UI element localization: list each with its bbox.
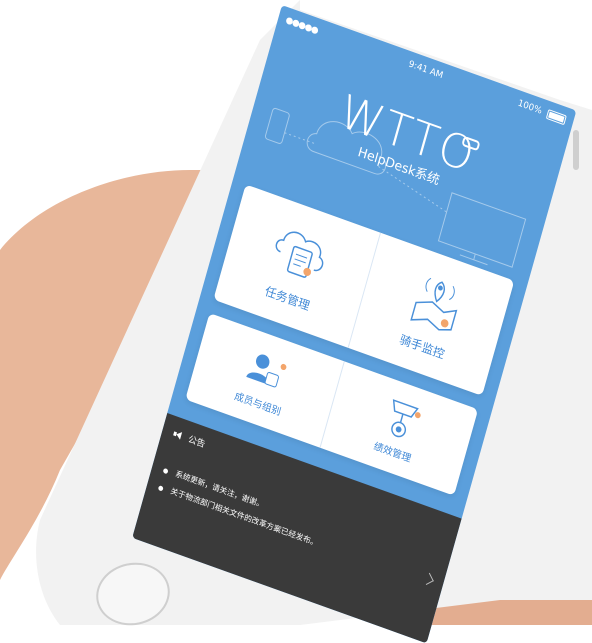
cloud-document-icon <box>275 231 324 278</box>
map-location-icon <box>410 277 458 331</box>
speaker-icon <box>173 429 184 440</box>
battery-percent: 100% <box>516 98 543 117</box>
announcement-header: 公告 <box>172 427 207 451</box>
announcement-title: 公告 <box>186 434 207 451</box>
battery-icon <box>545 109 567 126</box>
